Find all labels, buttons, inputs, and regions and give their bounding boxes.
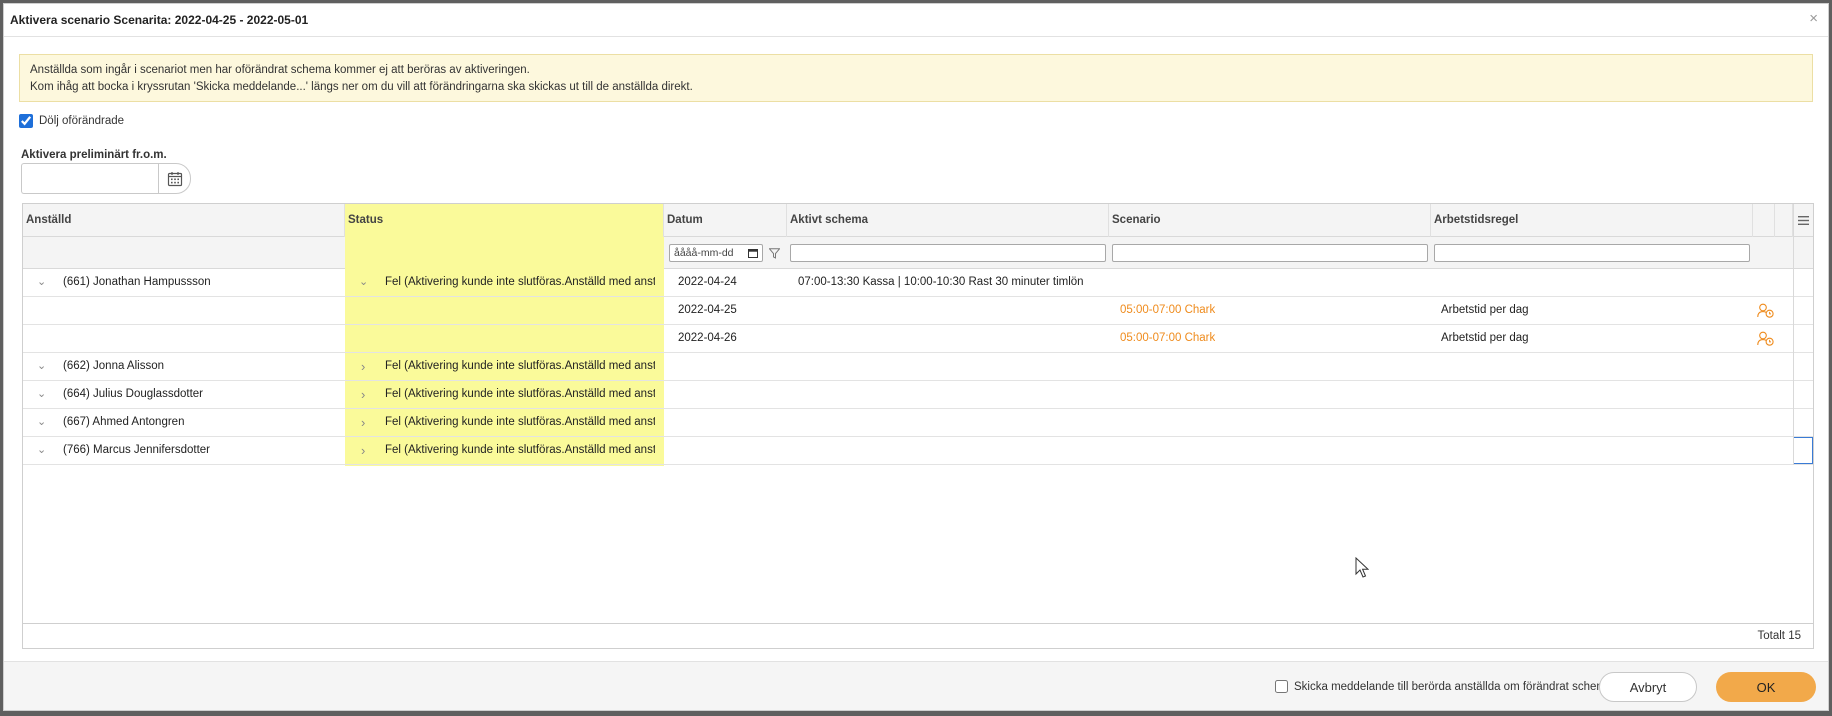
table-row[interactable]: ⌄ (664) Julius Douglassdotter › Fel (Akt… (23, 381, 1813, 409)
table-row[interactable]: ⌄ (667) Ahmed Antongren › Fel (Aktiverin… (23, 409, 1813, 437)
scenario-filter-input[interactable] (1112, 244, 1428, 262)
active-schedule-cell: 07:00-13:30 Kassa | 10:00-10:30 Rast 30 … (798, 276, 1084, 288)
table-row[interactable]: ⌄ (662) Jonna Alisson › Fel (Aktivering … (23, 353, 1813, 381)
dialog-footer: Skicka meddelande till berörda anställda… (4, 661, 1828, 710)
grid-sidebar-col (1793, 269, 1813, 465)
employee-cell: (662) Jonna Alisson (63, 360, 165, 372)
info-notice: Anställda som ingår i scenariot men har … (19, 54, 1813, 102)
menu-icon (1798, 216, 1809, 225)
header-employee[interactable]: Anställd (23, 204, 345, 237)
employee-cell: (766) Marcus Jennifersdotter (63, 444, 211, 456)
header-work-rule[interactable]: Arbetstidsregel (1431, 204, 1753, 237)
header-active-schedule[interactable]: Aktivt schema (787, 204, 1109, 237)
mouse-cursor-icon (1355, 557, 1369, 578)
total-count: Totalt 15 (1757, 630, 1801, 642)
employee-cell: (667) Ahmed Antongren (63, 416, 185, 428)
table-row[interactable]: ⌄ (661) Jonathan Hampussson ⌄ Fel (Aktiv… (23, 269, 1813, 297)
activate-scenario-dialog: Aktivera scenario Scenarita: 2022-04-25 … (3, 3, 1829, 711)
chevron-down-icon[interactable]: ⌄ (359, 269, 368, 296)
work-rule-cell: Arbetstid per dag (1441, 304, 1529, 316)
grid-filter-row: åååå-mm-dd (23, 237, 1813, 269)
notify-label: Skicka meddelande till berörda anställda… (1294, 680, 1613, 693)
status-filter-cell (345, 237, 664, 269)
notice-line-2: Kom ihåg att bocka i kryssrutan 'Skicka … (30, 81, 693, 93)
date-cell: 2022-04-26 (678, 332, 737, 344)
employee-cell: (661) Jonathan Hampussson (63, 276, 211, 288)
employee-cell: (664) Julius Douglassdotter (63, 388, 203, 400)
status-cell: Fel (Aktivering kunde inte slutföras.Ans… (385, 276, 655, 288)
date-cell: 2022-04-24 (678, 276, 737, 288)
chevron-down-icon[interactable]: ⌄ (37, 437, 46, 464)
employee-grid: Anställd Status Datum Aktivt schema Scen… (22, 203, 1814, 649)
header-date[interactable]: Datum (664, 204, 787, 237)
close-icon[interactable]: × (1809, 11, 1818, 27)
chevron-right-icon[interactable]: › (361, 409, 365, 436)
active-schedule-filter-input[interactable] (790, 244, 1106, 262)
user-clock-icon[interactable] (1757, 331, 1774, 346)
hide-unchanged-label: Dölj oförändrade (39, 115, 125, 127)
chevron-right-icon[interactable]: › (361, 353, 365, 380)
prelim-date-picker (21, 163, 191, 194)
header-scenario[interactable]: Scenario (1109, 204, 1431, 237)
chevron-right-icon[interactable]: › (361, 437, 365, 464)
status-cell: Fel (Aktivering kunde inte slutföras.Ans… (385, 388, 655, 400)
grid-header: Anställd Status Datum Aktivt schema Scen… (23, 204, 1813, 237)
cancel-button[interactable]: Avbryt (1599, 672, 1697, 702)
table-row[interactable]: ⌄ (766) Marcus Jennifersdotter › Fel (Ak… (23, 437, 1813, 465)
status-cell: Fel (Aktivering kunde inte slutföras.Ans… (385, 444, 655, 456)
scenario-cell: 05:00-07:00 Chark (1120, 304, 1216, 316)
calendar-icon (748, 249, 758, 258)
header-spacer-col (1775, 204, 1793, 237)
work-rule-cell: Arbetstid per dag (1441, 332, 1529, 344)
status-cell: Fel (Aktivering kunde inte slutföras.Ans… (385, 416, 655, 428)
date-filter-placeholder: åååå-mm-dd (674, 247, 734, 259)
header-icon-col (1753, 204, 1775, 237)
header-status[interactable]: Status (345, 204, 664, 237)
filter-icon[interactable] (769, 248, 780, 259)
chevron-right-icon[interactable]: › (361, 381, 365, 408)
filter-sidebar-cell (1793, 237, 1813, 269)
date-cell: 2022-04-25 (678, 304, 737, 316)
dialog-titlebar: Aktivera scenario Scenarita: 2022-04-25 … (4, 4, 1828, 37)
user-clock-icon[interactable] (1757, 303, 1774, 318)
scenario-cell: 05:00-07:00 Chark (1120, 332, 1216, 344)
prelim-date-label: Aktivera preliminärt fr.o.m. (21, 149, 167, 161)
status-cell: Fel (Aktivering kunde inte slutföras.Ans… (385, 360, 655, 372)
chevron-down-icon[interactable]: ⌄ (37, 409, 46, 436)
dialog-title: Aktivera scenario Scenarita: 2022-04-25 … (10, 13, 309, 27)
prelim-date-input[interactable] (21, 163, 158, 194)
chevron-down-icon[interactable]: ⌄ (37, 269, 46, 296)
notice-line-1: Anställda som ingår i scenariot men har … (30, 64, 530, 76)
work-rule-filter-input[interactable] (1434, 244, 1750, 262)
column-menu-button[interactable] (1793, 204, 1813, 237)
chevron-down-icon[interactable]: ⌄ (37, 381, 46, 408)
notify-toggle[interactable]: Skicka meddelande till berörda anställda… (1275, 680, 1612, 693)
date-filter-input[interactable]: åååå-mm-dd (669, 244, 763, 262)
grid-footer: Totalt 15 (23, 623, 1813, 648)
calendar-button[interactable] (158, 163, 191, 194)
table-row[interactable]: 2022-04-25 05:00-07:00 Chark Arbetstid p… (23, 297, 1813, 325)
hide-unchanged-toggle[interactable]: Dölj oförändrade (19, 114, 124, 128)
ok-button[interactable]: OK (1716, 672, 1816, 702)
chevron-down-icon[interactable]: ⌄ (37, 353, 46, 380)
grid-body: ⌄ (661) Jonathan Hampussson ⌄ Fel (Aktiv… (23, 269, 1813, 465)
notify-checkbox[interactable] (1275, 680, 1288, 693)
calendar-icon (167, 171, 182, 186)
table-row[interactable]: 2022-04-26 05:00-07:00 Chark Arbetstid p… (23, 325, 1813, 353)
hide-unchanged-checkbox[interactable] (19, 114, 33, 128)
